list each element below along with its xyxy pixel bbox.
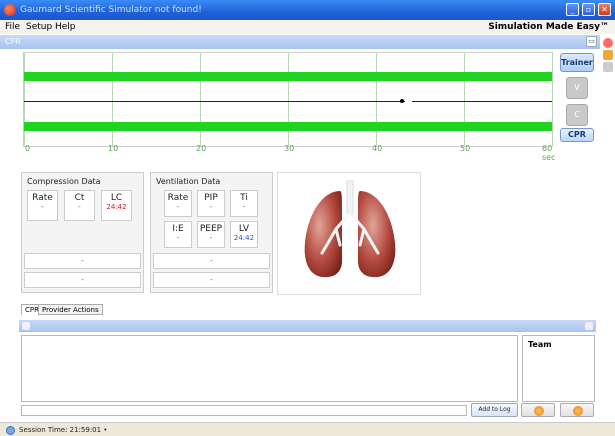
tick-label: 10: [108, 144, 119, 153]
menu-setup[interactable]: Setup: [26, 22, 52, 32]
tick-label: 20: [196, 144, 207, 153]
lungs-icon: [304, 180, 396, 278]
tick-label: 30: [284, 144, 295, 153]
c-button[interactable]: C: [566, 104, 588, 126]
field-value: 24:42: [233, 234, 255, 242]
ventilation-data-panel: Ventilation Data Rate - PIP - Ti - I:E -…: [150, 172, 273, 293]
v-button[interactable]: V: [566, 77, 588, 99]
field-value: -: [176, 234, 180, 242]
ventilation-rate-cell: Rate -: [164, 190, 192, 217]
cpr-waveform-plot: [23, 52, 553, 147]
grid-line: [464, 53, 465, 146]
field-value: -: [176, 203, 180, 211]
tab-provider-actions[interactable]: Provider Actions: [38, 304, 103, 315]
tick-label: 50: [460, 144, 471, 153]
field-value: -: [41, 203, 44, 211]
grid-line: [288, 53, 289, 146]
grid-line: [376, 53, 377, 146]
ventilation-title: Ventilation Data: [156, 177, 221, 186]
ventilation-lv-cell: LV 24:42: [230, 221, 258, 248]
alert-icon[interactable]: [603, 50, 613, 60]
tagline: Simulation Made Easy™: [488, 22, 609, 32]
menu-help[interactable]: Help: [55, 22, 76, 32]
grid-line: [24, 53, 25, 146]
compression-title: Compression Data: [27, 177, 101, 186]
field-label: Ct: [74, 193, 85, 203]
field-label: LC: [110, 193, 123, 203]
cpr-button[interactable]: CPR: [560, 128, 594, 142]
upper-compression-band: [24, 72, 552, 81]
field-label: Rate: [167, 193, 189, 203]
compression-row: -: [24, 253, 141, 269]
session-time: Session Time: 21:59:01 •: [19, 426, 108, 434]
compression-lc-cell: LC 24:42: [101, 190, 132, 221]
field-value: 24:42: [106, 203, 127, 211]
minimize-button[interactable]: _: [566, 3, 579, 16]
field-label: PEEP: [199, 224, 223, 234]
restore-icon[interactable]: [585, 322, 593, 330]
lower-compression-band: [24, 122, 552, 131]
team-title: Team: [528, 340, 552, 349]
tick-label: 40: [372, 144, 383, 153]
ventilation-ie-cell: I:E -: [164, 221, 192, 248]
lungs-panel: [277, 172, 421, 295]
grid-line: [552, 53, 553, 146]
add-to-log-label: Add to Log: [478, 406, 511, 413]
field-label: Rate: [32, 193, 53, 203]
ventilation-ti-cell: Ti -: [230, 190, 258, 217]
window-title-bar: Gaumard Scientific Simulator not found! …: [0, 0, 615, 20]
ventilation-row: -: [153, 253, 270, 269]
app-logo-icon: [4, 4, 16, 16]
smiley-icon: [534, 406, 544, 416]
tick-label: 0: [25, 144, 31, 153]
log-entry-input[interactable]: [21, 405, 467, 416]
log-panel-header: [19, 320, 596, 332]
collapse-icon[interactable]: [22, 322, 30, 330]
feedback-button-1[interactable]: [521, 403, 555, 417]
field-label: Ti: [240, 193, 248, 203]
settings-icon[interactable]: [603, 62, 613, 72]
event-log[interactable]: [21, 335, 518, 402]
grid-line: [200, 53, 201, 146]
field-value: -: [209, 234, 213, 242]
clock-icon: [6, 426, 15, 435]
restore-icon[interactable]: ▭: [586, 36, 597, 47]
heart-icon[interactable]: [603, 38, 613, 48]
current-position-marker: [400, 99, 405, 103]
close-button[interactable]: ✕: [598, 3, 611, 16]
compression-row: -: [24, 272, 141, 288]
field-value: -: [209, 203, 213, 211]
ventilation-peep-cell: PEEP -: [197, 221, 225, 248]
baseline-trace: [24, 101, 552, 102]
trainer-button[interactable]: Trainer: [560, 53, 594, 72]
menu-file[interactable]: File: [5, 22, 20, 32]
cpr-panel-label: CPR: [5, 37, 21, 46]
trace-sweep-gap: [405, 100, 413, 103]
field-label: LV: [238, 224, 250, 234]
add-to-log-button[interactable]: Add to Log: [471, 403, 518, 417]
field-label: I:E: [172, 224, 184, 234]
ventilation-row: -: [153, 272, 270, 288]
grid-line: [112, 53, 113, 146]
status-bar: Session Time: 21:59:01 •: [0, 422, 615, 436]
compression-rate-cell: Rate -: [27, 190, 58, 221]
field-value: -: [242, 203, 246, 211]
field-label: PIP: [204, 193, 218, 203]
menu-bar: File Setup Help Simulation Made Easy™: [0, 20, 615, 34]
field-value: -: [78, 203, 81, 211]
ventilation-pip-cell: PIP -: [197, 190, 225, 217]
compression-ct-cell: Ct -: [64, 190, 95, 221]
right-toolbar: [602, 36, 615, 74]
smiley-icon: [573, 406, 583, 416]
cpr-panel-header: CPR ▭: [0, 35, 600, 49]
window-title: Gaumard Scientific Simulator not found!: [20, 5, 202, 15]
team-panel: Team: [522, 335, 595, 402]
feedback-button-2[interactable]: [560, 403, 594, 417]
tick-label: 60 sec: [542, 144, 556, 162]
compression-data-panel: Compression Data Rate - Ct - LC 24:42 - …: [21, 172, 144, 293]
maximize-button[interactable]: ▫: [582, 3, 595, 16]
